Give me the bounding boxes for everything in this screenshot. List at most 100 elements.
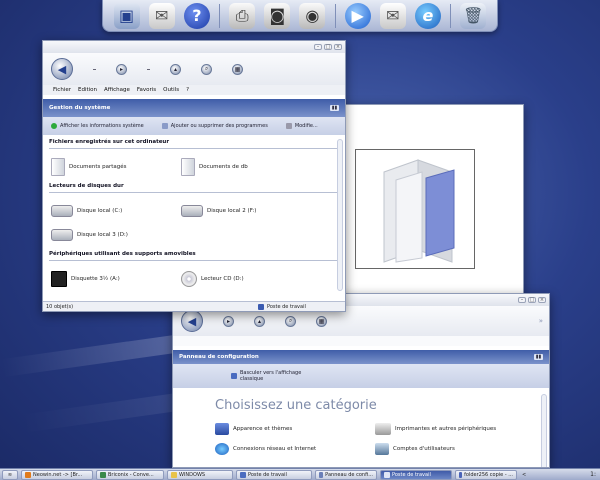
- task-label: Afficher les informations système: [60, 123, 144, 129]
- quick-launch-dock: ▣ ✉ ? ⎙ ◙ ◉ ▶ ✉ e 🗑: [102, 0, 498, 32]
- printer-icon[interactable]: ⎙: [229, 2, 256, 29]
- vertical-scrollbar[interactable]: [337, 139, 343, 291]
- files-grid: Documents partagés Documents de db: [43, 155, 345, 179]
- disk-f-item[interactable]: Disque local 2 (F:): [181, 199, 311, 223]
- menu-affichage[interactable]: Affichage: [104, 87, 130, 93]
- up-button[interactable]: ▴: [254, 315, 265, 327]
- section-title-files: Fichiers enregistrés sur cet ordinateur: [49, 139, 170, 145]
- my-computer-window: – □ × ◀ ▸ ▴ ⌕ ▦ Fichier Edition Affichag…: [42, 40, 346, 312]
- separator-dot: [93, 68, 96, 70]
- taskbar-item-label: Poste de travail: [248, 471, 287, 478]
- up-button[interactable]: ▴: [170, 63, 181, 75]
- modify-settings-link[interactable]: Modifie...: [285, 123, 318, 129]
- taskbar-item-briconix[interactable]: Briconix - Conve...: [96, 469, 164, 480]
- maximize-button[interactable]: □: [324, 44, 332, 50]
- taskbar-item-neowin[interactable]: Neowin.net -> [Br...: [21, 469, 93, 480]
- section-divider: [49, 192, 339, 193]
- item-label: Disque local (C:): [77, 208, 123, 214]
- taskbar-item-label: Briconix - Conve...: [108, 471, 154, 478]
- close-button[interactable]: ×: [538, 297, 546, 303]
- section-title-removable: Périphériques utilisant des supports amo…: [49, 251, 196, 257]
- taskbar-item-my-computer[interactable]: Poste de travail: [236, 469, 312, 480]
- chevron-right-icon[interactable]: »: [539, 317, 543, 325]
- category-grid: Apparence et thèmes Imprimantes et autre…: [173, 413, 549, 459]
- mail-icon[interactable]: ✉: [379, 2, 406, 29]
- taskbar-item-label: Poste de travail: [392, 471, 431, 478]
- media-player-icon[interactable]: ▶: [344, 2, 371, 29]
- cd-drive-item[interactable]: Lecteur CD (D:): [181, 267, 311, 291]
- taskbar-item-control-panel[interactable]: Panneau de confi...: [315, 469, 377, 480]
- folders-button[interactable]: ▦: [232, 63, 243, 75]
- folder-preview-frame: [355, 149, 475, 269]
- folder-icon: [181, 158, 195, 176]
- taskbar-item-windows[interactable]: WINDOWS: [167, 469, 233, 480]
- item-label: Disquette 3½ (A:): [71, 276, 120, 282]
- check-icon: [51, 123, 57, 129]
- camera-icon[interactable]: ◙: [264, 2, 291, 29]
- category-network[interactable]: Connexions réseau et Internet: [215, 439, 375, 459]
- minimize-button[interactable]: –: [314, 44, 322, 50]
- menu-help[interactable]: ?: [186, 87, 189, 93]
- category-appearance[interactable]: Apparence et thèmes: [215, 419, 375, 439]
- db-documents-item[interactable]: Documents de db: [181, 155, 311, 179]
- title-bar: – □ ×: [43, 41, 345, 53]
- printer-icon: [375, 423, 391, 435]
- switch-classic-view-link[interactable]: Basculer vers l'affichage classique: [231, 370, 310, 382]
- shared-documents-item[interactable]: Documents partagés: [51, 155, 181, 179]
- category-area: Choisissez une catégorie Apparence et th…: [173, 392, 549, 467]
- forward-button[interactable]: ▸: [223, 315, 234, 327]
- back-button[interactable]: ◀: [51, 58, 73, 80]
- show-system-info-link[interactable]: Afficher les informations système: [51, 123, 144, 129]
- help-icon[interactable]: ?: [183, 2, 210, 29]
- menu-favoris[interactable]: Favoris: [137, 87, 156, 93]
- item-label: Disque local 3 (D:): [77, 232, 128, 238]
- search-button[interactable]: ⌕: [201, 63, 212, 75]
- taskbar-item-label: WINDOWS: [179, 471, 206, 478]
- vertical-scrollbar[interactable]: [541, 394, 547, 467]
- trash-icon[interactable]: 🗑: [460, 2, 487, 29]
- taskbar-item-folder256[interactable]: folder256 copie - ...: [455, 469, 517, 480]
- maximize-button[interactable]: □: [528, 297, 536, 303]
- menu-edition[interactable]: Edition: [78, 87, 97, 93]
- collapse-button[interactable]: ▮▮: [330, 105, 339, 111]
- large-folder-icon: [383, 159, 455, 263]
- removable-grid: Disquette 3½ (A:) Lecteur CD (D:): [43, 267, 345, 291]
- status-location: Poste de travail: [267, 303, 306, 310]
- category-user-accounts[interactable]: Comptes d'utilisateurs: [375, 439, 545, 459]
- menu-fichier[interactable]: Fichier: [53, 87, 71, 93]
- add-remove-programs-link[interactable]: Ajouter ou supprimer des programmes: [161, 123, 268, 129]
- hard-disk-icon: [51, 205, 73, 217]
- category-printers[interactable]: Imprimantes et autres périphériques: [375, 419, 545, 439]
- cd-icon: [181, 271, 197, 287]
- collapse-button[interactable]: ▮▮: [534, 354, 543, 360]
- disks-grid: Disque local (C:) Disque local 2 (F:) Di…: [43, 199, 345, 247]
- computer-icon[interactable]: ▣: [113, 2, 140, 29]
- internet-explorer-icon[interactable]: e: [414, 2, 441, 29]
- search-button[interactable]: ⌕: [285, 315, 296, 327]
- taskbar-item-my-computer-2[interactable]: Poste de travail: [380, 469, 452, 480]
- hard-disk-icon: [51, 229, 73, 241]
- item-label: Documents de db: [199, 164, 248, 170]
- back-button[interactable]: ◀: [181, 310, 203, 332]
- category-heading: Choisissez une catégorie: [215, 398, 377, 413]
- minimize-button[interactable]: –: [518, 297, 526, 303]
- category-label: Comptes d'utilisateurs: [393, 446, 455, 452]
- disk-c-item[interactable]: Disque local (C:): [51, 199, 181, 223]
- chat-icon: [100, 471, 106, 478]
- task-row: Basculer vers l'affichage classique: [173, 364, 549, 388]
- forward-button[interactable]: ▸: [116, 63, 127, 75]
- disc-icon[interactable]: ◉: [299, 2, 326, 29]
- floppy-item[interactable]: Disquette 3½ (A:): [51, 267, 181, 291]
- folders-button[interactable]: ▦: [316, 315, 327, 327]
- taskbar-item-label: Panneau de confi...: [325, 471, 373, 478]
- panel-title: Gestion du système: [49, 105, 111, 111]
- category-label: Imprimantes et autres périphériques: [395, 426, 497, 432]
- menu-outils[interactable]: Outils: [163, 87, 179, 93]
- disk-d-item[interactable]: Disque local 3 (D:): [51, 223, 181, 247]
- close-button[interactable]: ×: [334, 44, 342, 50]
- start-button[interactable]: ≋: [2, 469, 18, 480]
- dock-separator: [334, 3, 336, 28]
- clock: 1:: [590, 471, 596, 478]
- tray-expand-button[interactable]: <: [520, 472, 528, 478]
- documents-icon[interactable]: ✉: [148, 2, 175, 29]
